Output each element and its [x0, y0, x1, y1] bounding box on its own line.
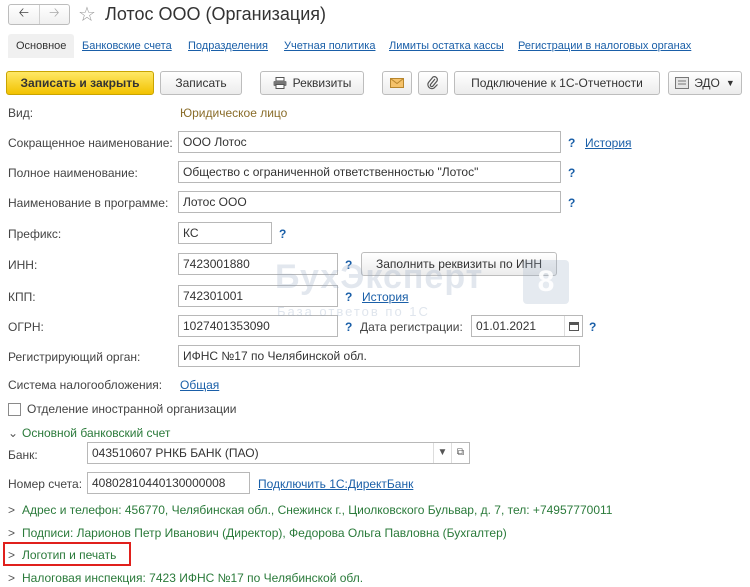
- tab-cash-limits[interactable]: Лимиты остатка кассы: [389, 40, 504, 52]
- foreign-branch-label: Отделение иностранной организации: [27, 402, 237, 416]
- inn-help-icon[interactable]: ?: [345, 258, 352, 272]
- tab-bar: Основное Банковские счета Подразделения …: [0, 32, 750, 60]
- edo-icon: [675, 77, 690, 89]
- signatures-group[interactable]: > Подписи: Ларионов Петр Иванович (Директ…: [8, 526, 507, 540]
- full-name-label: Полное наименование:: [8, 166, 138, 180]
- short-name-help-icon[interactable]: ?: [568, 136, 575, 150]
- tax-system-link[interactable]: Общая: [180, 378, 219, 392]
- forward-arrow-icon[interactable]: 🡢: [38, 5, 70, 24]
- vid-value[interactable]: Юридическое лицо: [180, 106, 287, 120]
- tab-accounting-policy[interactable]: Учетная политика: [284, 40, 375, 52]
- direct-bank-link[interactable]: Подключить 1С:ДиректБанк: [258, 477, 413, 491]
- requisites-label: Реквизиты: [292, 76, 352, 90]
- edo-dropdown-button[interactable]: ЭДО ▼: [668, 71, 742, 95]
- save-button[interactable]: Записать: [160, 71, 242, 95]
- signatures-summary: Подписи: Ларионов Петр Иванович (Директо…: [22, 526, 507, 540]
- tax-inspection-summary: Налоговая инспекция: 7423 ИФНС №17 по Че…: [22, 571, 364, 585]
- tax-inspection-group[interactable]: > Налоговая инспекция: 7423 ИФНС №17 по Ч…: [8, 571, 363, 585]
- prefix-input[interactable]: КС: [178, 222, 272, 244]
- open-link-icon[interactable]: ⧉: [451, 443, 469, 463]
- bank-section-title: Основной банковский счет: [22, 426, 171, 440]
- calendar-icon[interactable]: [564, 316, 582, 336]
- printer-icon: [273, 77, 287, 89]
- ogrn-label: ОГРН:: [8, 320, 44, 334]
- bank-section-header[interactable]: ⌄ Основной банковский счет: [8, 426, 170, 440]
- tab-bank-accounts[interactable]: Банковские счета: [82, 40, 172, 52]
- paperclip-icon: [427, 76, 439, 90]
- account-label: Номер счета:: [8, 477, 83, 491]
- chevron-right-icon: >: [8, 503, 16, 517]
- dropdown-arrow-icon[interactable]: ▼: [433, 443, 451, 463]
- tab-main[interactable]: Основное: [8, 34, 75, 58]
- reg-organ-input[interactable]: ИФНС №17 по Челябинской обл.: [178, 345, 580, 367]
- prefix-help-icon[interactable]: ?: [279, 227, 286, 241]
- chevron-right-icon: >: [8, 526, 16, 540]
- reg-date-label: Дата регистрации:: [360, 320, 463, 334]
- vid-label: Вид:: [8, 106, 34, 120]
- tab-departments[interactable]: Подразделения: [188, 40, 268, 52]
- email-button[interactable]: [382, 71, 412, 95]
- kpp-input[interactable]: 742301001: [178, 285, 338, 307]
- reg-date-value: 01.01.2021: [476, 319, 537, 333]
- reg-date-input[interactable]: 01.01.2021: [471, 315, 583, 337]
- address-summary: Адрес и телефон: 456770, Челябинская обл…: [22, 503, 613, 517]
- ogrn-input[interactable]: 1027401353090: [178, 315, 338, 337]
- foreign-branch-checkbox[interactable]: [8, 403, 21, 416]
- prefix-label: Префикс:: [8, 227, 62, 241]
- window-title: Лотос ООО (Организация): [105, 4, 327, 24]
- short-name-history-link[interactable]: История: [585, 136, 632, 150]
- kpp-history-link[interactable]: История: [362, 290, 409, 304]
- reg-date-help-icon[interactable]: ?: [589, 320, 596, 334]
- connect-1c-reporting-button[interactable]: Подключение к 1С-Отчетности: [454, 71, 660, 95]
- inn-label: ИНН:: [8, 258, 38, 272]
- reg-organ-label: Регистрирующий орган:: [8, 350, 141, 364]
- tab-tax-registrations[interactable]: Регистрации в налоговых органах: [518, 40, 691, 52]
- save-and-close-button[interactable]: Записать и закрыть: [6, 71, 154, 95]
- account-input[interactable]: 40802810440130000008: [87, 472, 250, 494]
- short-name-input[interactable]: ООО Лотос: [178, 131, 561, 153]
- edo-label: ЭДО: [694, 76, 720, 90]
- bank-value: 043510607 РНКБ БАНК (ПАО): [92, 446, 259, 460]
- kpp-label: КПП:: [8, 290, 36, 304]
- short-name-label: Сокращенное наименование:: [8, 136, 173, 150]
- program-name-help-icon[interactable]: ?: [568, 196, 575, 210]
- fill-by-inn-button[interactable]: Заполнить реквизиты по ИНН: [361, 252, 557, 276]
- back-arrow-icon[interactable]: 🡠: [9, 5, 39, 24]
- bank-input[interactable]: 043510607 РНКБ БАНК (ПАО) ▼ ⧉: [87, 442, 470, 464]
- inn-input[interactable]: 7423001880: [178, 253, 338, 275]
- logo-highlight-box: [3, 542, 131, 566]
- requisites-button[interactable]: Реквизиты: [260, 71, 364, 95]
- favorite-star-icon[interactable]: ☆: [78, 2, 96, 27]
- envelope-icon: [390, 78, 404, 88]
- full-name-input[interactable]: Общество с ограниченной ответственностью…: [178, 161, 561, 183]
- bank-label: Банк:: [8, 448, 38, 462]
- program-name-label: Наименование в программе:: [8, 196, 169, 210]
- tax-system-label: Система налогообложения:: [8, 378, 163, 392]
- full-name-help-icon[interactable]: ?: [568, 166, 575, 180]
- chevron-down-icon: ⌄: [8, 426, 19, 440]
- attach-button[interactable]: [418, 71, 448, 95]
- title-bar: 🡠 🡢 ☆ Лотос ООО (Организация): [0, 0, 750, 30]
- kpp-help-icon[interactable]: ?: [345, 290, 352, 304]
- ogrn-help-icon[interactable]: ?: [345, 320, 352, 334]
- address-group[interactable]: > Адрес и телефон: 456770, Челябинская об…: [8, 503, 612, 517]
- program-name-input[interactable]: Лотос ООО: [178, 191, 561, 213]
- nav-buttons: 🡠 🡢: [8, 4, 70, 25]
- chevron-right-icon: >: [8, 571, 16, 585]
- chevron-down-icon: ▼: [725, 78, 735, 88]
